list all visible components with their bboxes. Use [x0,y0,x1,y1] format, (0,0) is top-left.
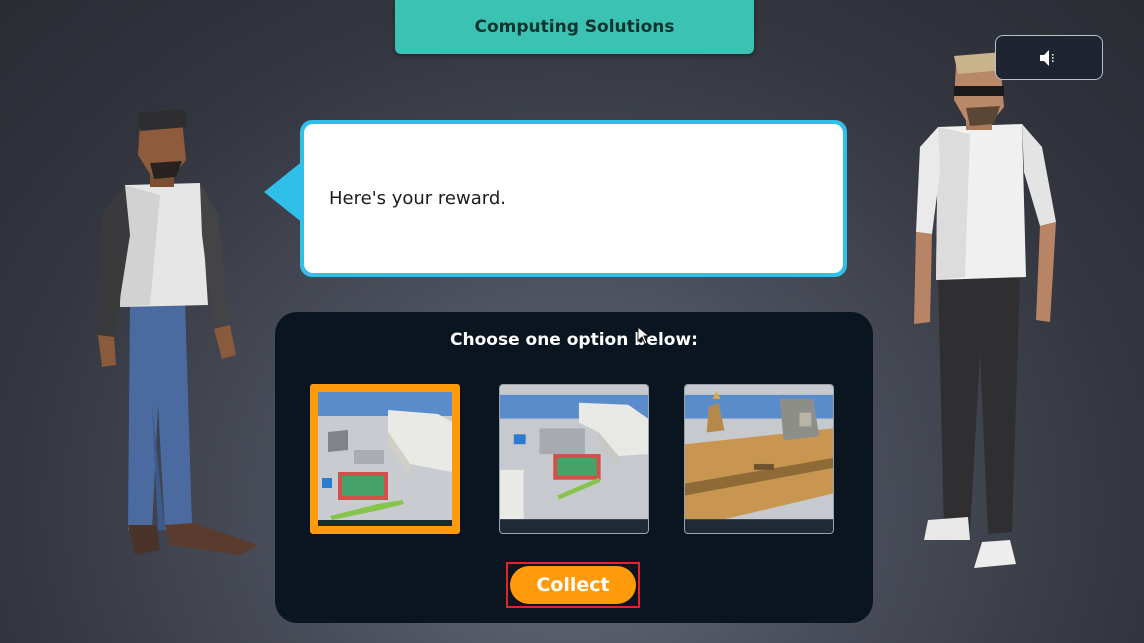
panel-prompt: Choose one option below: [450,330,698,350]
dialog-text: Here's your reward. [304,124,843,273]
speaker-icon [1040,49,1054,66]
mouse-cursor-icon [637,326,651,345]
page-title: Computing Solutions [395,0,754,54]
reward-option-2[interactable] [499,384,649,534]
reward-option-3[interactable] [684,384,834,534]
reward-option-1[interactable] [310,384,460,534]
speech-bubble: Here's your reward. [300,120,847,277]
collect-button[interactable]: Collect [510,566,636,604]
speech-bubble-tail [264,160,304,224]
sound-toggle-button[interactable] [995,35,1103,80]
collect-button-highlight: Collect [506,562,640,608]
right-character [914,52,1056,568]
reward-panel: Choose one option below: Collect [275,312,873,623]
left-character [98,109,258,555]
